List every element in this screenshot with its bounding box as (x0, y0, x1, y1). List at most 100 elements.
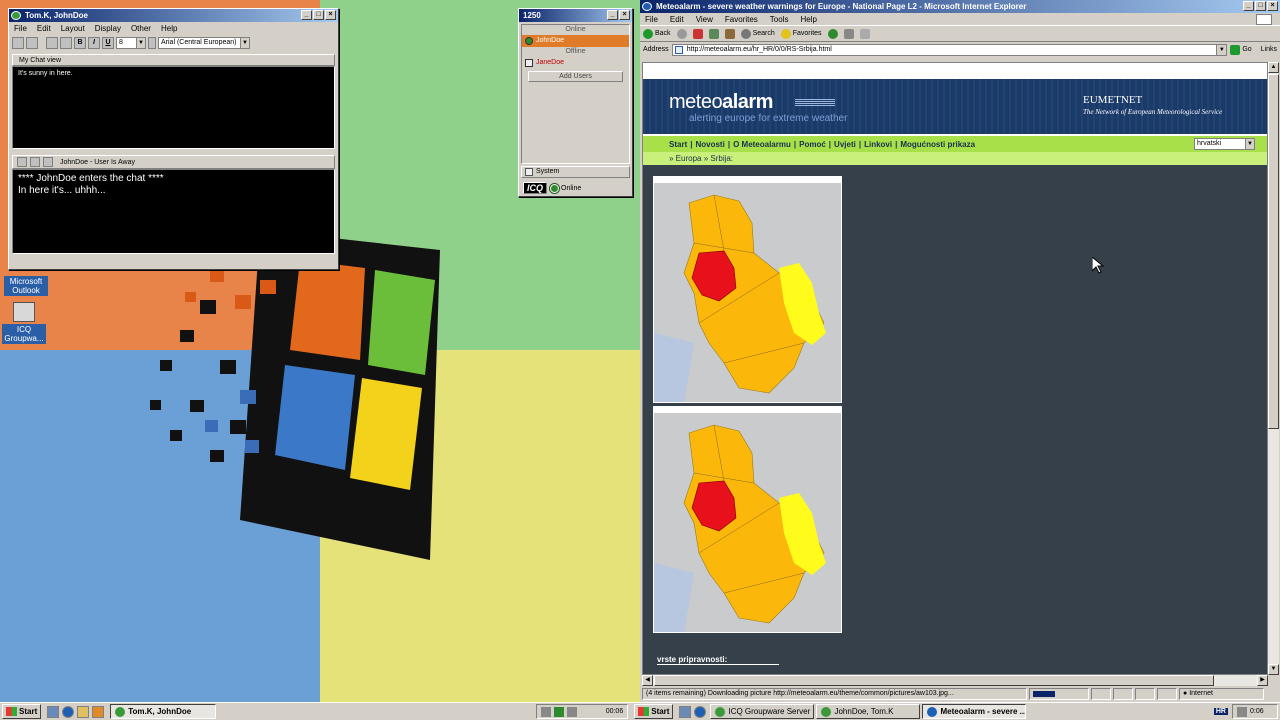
menu-tools[interactable]: Tools (770, 15, 789, 24)
task-icq-groupware-server[interactable]: ICQ Groupware Server (710, 704, 815, 719)
outlook-icon[interactable] (77, 705, 90, 718)
menu-layout[interactable]: Layout (61, 24, 85, 33)
chevron-down-icon[interactable]: ▼ (1216, 44, 1227, 55)
bold-icon[interactable]: B (74, 37, 86, 49)
network-icon[interactable] (1237, 706, 1247, 717)
nav-start[interactable]: Start (669, 140, 687, 149)
favorites-button[interactable]: Favorites (780, 28, 822, 39)
show-desktop-icon[interactable] (47, 705, 60, 718)
menu-display[interactable]: Display (95, 24, 121, 33)
task-meteoalarm[interactable]: Meteoalarm - severe ... (922, 704, 1027, 719)
user-options-icon[interactable] (30, 157, 40, 167)
nav-pomoc[interactable]: Pomoć (799, 140, 826, 149)
warning-map-tomorrow[interactable] (653, 406, 842, 633)
menu-help[interactable]: Help (161, 24, 177, 33)
nav-linkovi[interactable]: Linkovi (864, 140, 892, 149)
italic-icon[interactable]: I (88, 37, 100, 49)
menu-view[interactable]: View (696, 15, 713, 24)
menu-favorites[interactable]: Favorites (725, 15, 758, 24)
contact-janedoe[interactable]: JaneDoe (522, 57, 629, 69)
close-button[interactable]: × (1267, 1, 1278, 11)
nav-mogucnosti-prikaza[interactable]: Mogućnosti prikaza (900, 140, 975, 149)
forward-button[interactable] (676, 28, 687, 39)
menu-help[interactable]: Help (800, 15, 816, 24)
breadcrumb-europa[interactable]: Europa (676, 154, 702, 163)
warning-map-today[interactable] (653, 176, 842, 403)
menu-other[interactable]: Other (131, 24, 151, 33)
maximize-button[interactable]: □ (1255, 1, 1266, 11)
nav-uvjeti[interactable]: Uvjeti (834, 140, 856, 149)
desktop-icon-outlook[interactable]: Microsoft Outlook (4, 276, 48, 296)
desktop-icon-icq-groupware[interactable]: ICQ Groupwa... (2, 302, 46, 344)
scroll-right-button[interactable]: ▶ (1257, 675, 1268, 686)
mail-button[interactable] (843, 28, 854, 39)
menu-file[interactable]: File (645, 15, 658, 24)
breadcrumb-srbija: Srbija: (710, 154, 734, 163)
chat-freeze-icon[interactable] (60, 37, 72, 49)
language-indicator[interactable]: HR (1213, 708, 1228, 715)
task-chat-window[interactable]: Tom.K, JohnDoe (110, 704, 217, 719)
media-player-icon[interactable] (92, 705, 105, 718)
font-size-stepper[interactable] (148, 37, 156, 49)
start-button-second[interactable]: Start (634, 704, 674, 719)
back-button[interactable]: Back (643, 28, 671, 39)
close-button[interactable]: × (619, 10, 630, 20)
remote-chat-view[interactable]: **** JohnDoe enters the chat **** In her… (12, 169, 335, 254)
scroll-up-button[interactable]: ▲ (1268, 62, 1279, 73)
maximize-button[interactable]: □ (313, 10, 324, 20)
go-button[interactable]: Go (1230, 44, 1252, 55)
home-button[interactable] (724, 28, 735, 39)
refresh-button[interactable] (708, 28, 719, 39)
ie-titlebar[interactable]: Meteoalarm - severe weather warnings for… (640, 0, 1280, 13)
icq-tray-icon[interactable] (554, 706, 565, 717)
meteoalarm-logo[interactable]: meteoalarm (669, 91, 773, 114)
url-input[interactable]: http://meteoalarm.eu/hr_HR/0/0/RS-Srbija… (671, 43, 1228, 56)
minimize-button[interactable]: _ (607, 10, 618, 20)
minimize-button[interactable]: _ (301, 10, 312, 20)
underline-icon[interactable]: U (102, 37, 114, 49)
menu-file[interactable]: File (14, 24, 27, 33)
icq-status-button[interactable]: Online (550, 183, 581, 193)
scroll-thumb[interactable] (1268, 74, 1279, 429)
add-users-button[interactable]: Add Users (528, 71, 623, 82)
show-desktop-icon[interactable] (679, 705, 692, 718)
scroll-down-button[interactable]: ▼ (1268, 664, 1279, 675)
history-button[interactable] (827, 28, 838, 39)
minimize-button[interactable]: _ (1243, 1, 1254, 11)
vertical-scrollbar[interactable]: ▲ ▼ (1268, 62, 1279, 675)
chat-titlebar[interactable]: Tom.K, JohnDoe _ □ × (9, 9, 338, 22)
chat-beep-icon[interactable] (46, 37, 58, 49)
my-chat-view[interactable]: It's sunny in here. (12, 66, 335, 149)
font-size-select[interactable]: 8 ▼ (116, 37, 146, 49)
chat-color-icon[interactable] (12, 37, 24, 49)
system-button[interactable]: System (521, 166, 630, 178)
nav-novosti[interactable]: Novosti (695, 140, 724, 149)
chat-emoticon-icon[interactable] (26, 37, 38, 49)
scroll-thumb[interactable] (654, 675, 1214, 686)
horizontal-scrollbar[interactable]: ◀ ▶ (642, 675, 1268, 686)
user-menu-icon[interactable] (17, 157, 27, 167)
menu-edit[interactable]: Edit (37, 24, 51, 33)
nav-o-meteoalarmu[interactable]: O Meteoalarmu (733, 140, 791, 149)
print-button[interactable] (859, 28, 870, 39)
task-chat-johndoe[interactable]: JohnDoe, Tom.K (816, 704, 921, 719)
contact-johndoe[interactable]: JohnDoe (522, 35, 629, 47)
language-select[interactable]: hrvatski ▼ (1194, 138, 1255, 150)
network-icon[interactable] (541, 706, 552, 717)
volume-icon[interactable] (567, 706, 578, 717)
stop-button[interactable] (692, 28, 703, 39)
links-button[interactable]: Links (1261, 46, 1277, 53)
icq-titlebar[interactable]: 1250 _ × (519, 9, 632, 22)
menu-edit[interactable]: Edit (670, 15, 684, 24)
search-button[interactable]: Search (740, 28, 775, 39)
close-button[interactable]: × (325, 10, 336, 20)
start-button[interactable]: Start (2, 704, 42, 719)
eumetnet-logo[interactable]: EUMETNET (1083, 94, 1142, 106)
ie-page-viewport[interactable]: meteoalarm alerting europe for extreme w… (642, 62, 1268, 675)
icq-main-button[interactable]: ICQ (523, 182, 548, 194)
scroll-left-button[interactable]: ◀ (642, 675, 653, 686)
user-edit-icon[interactable] (43, 157, 53, 167)
ie-icon[interactable] (62, 705, 75, 718)
ie-icon[interactable] (694, 705, 707, 718)
font-name-select[interactable]: Arial (Central European) ▼ (158, 37, 250, 49)
